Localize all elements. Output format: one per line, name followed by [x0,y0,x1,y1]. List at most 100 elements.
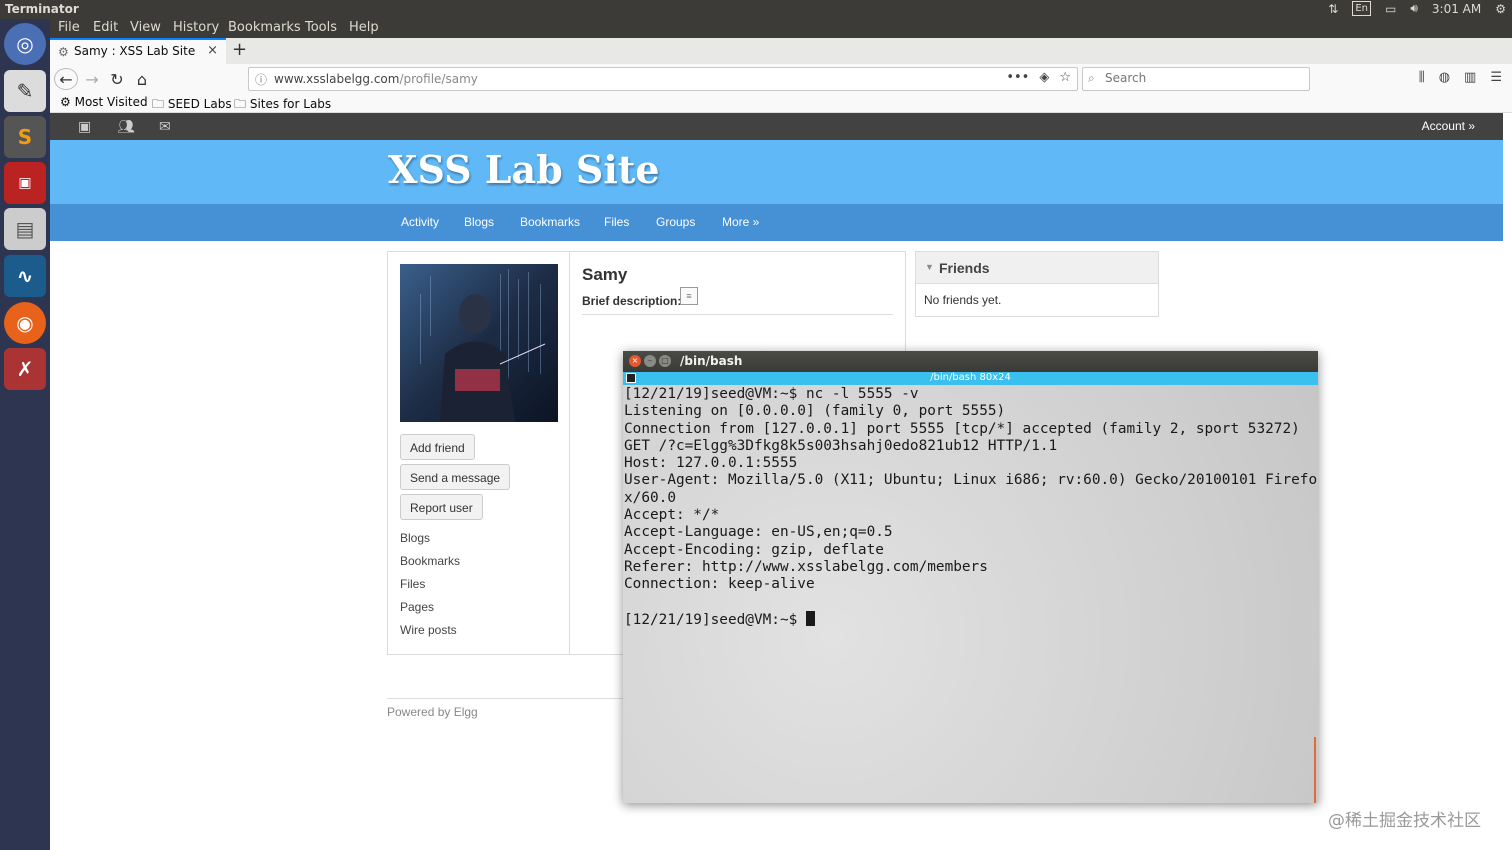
active-app-title: Terminator [5,2,79,16]
site-title[interactable]: XSS Lab Site [388,147,660,192]
nav-more[interactable]: More » [722,215,759,229]
owner-link-blogs[interactable]: Blogs [400,531,430,545]
document-icon: ≡ [680,287,698,305]
search-bar[interactable]: ⌕ [1082,67,1310,91]
tab-title: Samy : XSS Lab Site [74,44,196,58]
owner-link-pages[interactable]: Pages [400,600,434,614]
menu-bookmarks[interactable]: Bookmarks [228,20,301,35]
elgg-logo-icon[interactable]: ▣ [78,118,91,135]
account-menu[interactable]: Account » [1422,119,1475,133]
menu-help[interactable]: Help [349,20,379,35]
search-input[interactable] [1105,71,1305,85]
minimize-window-icon[interactable]: – [644,355,656,367]
folder-icon: 🗀 [234,97,247,111]
profile-name: Samy [582,265,628,284]
library-icon[interactable]: ⫼ [1419,70,1425,85]
nav-groups[interactable]: Groups [656,215,695,229]
brief-description-label: Brief description: [582,294,682,308]
bookmarks-toolbar: ⚙ Most Visited 🗀 SEED Labs 🗀 Sites for L… [50,94,1512,113]
clock[interactable]: 3:01 AM [1432,2,1481,16]
nav-activity[interactable]: Activity [401,215,439,229]
owner-link-bookmarks[interactable]: Bookmarks [400,554,460,568]
page-info-icon[interactable]: ⓘ [255,71,267,88]
bookmark-label: Most Visited [74,95,148,109]
terminal-window[interactable]: × – □ /bin/bash /bin/bash 80x24 [12/21/1… [623,351,1318,803]
ubuntu-dash-icon[interactable]: ◎ [4,23,46,65]
terminal-line: x/60.0 [624,489,676,506]
menu-edit[interactable]: Edit [93,20,118,35]
extension-icon[interactable]: ◍ [1439,70,1450,85]
friends-widget-header[interactable]: ▼ Friends [916,252,1158,284]
terminal-screen[interactable]: [12/21/19]seed@VM:~$ nc -l 5555 -v Listen… [623,385,1318,803]
terminal-line: GET /?c=Elgg%3Dfkg8k5s003hsahj0edo821ub1… [624,437,1058,454]
terminal-line: [12/21/19]seed@VM:~$ nc -l 5555 -v [624,386,919,402]
footer-divider [387,698,627,699]
search-icon: ⌕ [1088,71,1095,85]
menu-history[interactable]: History [173,20,219,35]
new-tab-button[interactable]: + [232,39,247,60]
friends-widget: ▼ Friends No friends yet. [915,251,1159,317]
report-user-button[interactable]: Report user [400,494,483,520]
terminal-line: Accept-Encoding: gzip, deflate [624,541,884,558]
friends-icon[interactable]: 👥︎ [117,118,135,135]
hamburger-menu-icon[interactable]: ☰ [1490,70,1502,85]
network-icon[interactable]: ⇅ [1328,2,1338,16]
terminal-output[interactable]: [12/21/19]seed@VM:~$ nc -l 5555 -v Listen… [624,386,1318,629]
messages-envelope-icon[interactable]: ✉ [159,118,171,135]
terminal-line: Accept-Language: en-US,en;q=0.5 [624,524,893,541]
settings-gear-icon[interactable]: ⚙ [1495,2,1506,16]
terminal-line: Connection from [127.0.0.1] port 5555 [t… [624,420,1300,437]
terminator-icon[interactable]: ▣ [4,162,46,204]
unity-launcher: ◎ ✎ S ▣ ▤ ∿ ◉ ✗ [0,19,50,850]
add-friend-button[interactable]: Add friend [400,434,475,460]
profile-divider [582,314,893,315]
owner-link-files[interactable]: Files [400,577,425,591]
file-cabinet-icon[interactable]: ▤ [4,208,46,250]
firefox-icon[interactable]: ◉ [4,302,46,344]
system-settings-icon[interactable]: ✗ [4,348,46,390]
bookmark-most-visited[interactable]: ⚙ Most Visited [60,95,148,109]
profile-avatar[interactable] [400,264,558,422]
volume-icon[interactable]: 🔊︎ [1410,1,1418,16]
menu-view[interactable]: View [130,20,161,35]
tab-close-icon[interactable]: × [207,43,218,58]
url-host: www.xsslabelgg.com [274,72,400,86]
toolbar-icons: ⫼ ◍ ▥ ☰ [1419,70,1502,85]
bookmark-label: Sites for Labs [249,97,332,111]
nav-bookmarks[interactable]: Bookmarks [520,215,580,229]
menu-tools[interactable]: Tools [305,20,337,35]
url-path: /profile/samy [399,72,478,86]
terminal-line: [12/21/19]seed@VM:~$ [624,610,1318,629]
nav-blogs[interactable]: Blogs [464,215,494,229]
home-icon[interactable]: ⌂ [130,68,154,90]
powered-by-elgg[interactable]: Powered by Elgg [387,705,478,719]
bookmark-star-icon[interactable]: ☆ [1059,70,1071,85]
text-editor-icon[interactable]: ✎ [4,70,46,112]
keyboard-layout-indicator[interactable]: En [1352,1,1371,16]
back-arrow-icon[interactable]: ← [54,68,78,90]
page-actions-menu-icon[interactable]: ••• [1006,70,1029,85]
sidebar-icon[interactable]: ▥ [1464,70,1476,85]
forward-arrow-icon[interactable]: → [80,68,104,90]
maximize-window-icon[interactable]: □ [659,355,671,367]
url-text[interactable]: www.xsslabelgg.com/profile/samy [274,72,478,86]
pocket-icon[interactable]: ◈ [1039,70,1049,85]
close-window-icon[interactable]: × [629,355,641,367]
owner-link-wire-posts[interactable]: Wire posts [400,623,457,637]
menu-file[interactable]: File [58,20,80,35]
terminal-tab-bar: /bin/bash 80x24 [623,372,1318,385]
wireshark-icon[interactable]: ∿ [4,255,46,297]
tab-active[interactable]: ⚙ Samy : XSS Lab Site × [50,38,226,64]
nav-files[interactable]: Files [604,215,629,229]
terminal-resize-edge[interactable] [1314,737,1316,803]
send-message-button[interactable]: Send a message [400,464,511,490]
site-identity-icon: ⚙ [58,45,69,59]
sublime-text-icon[interactable]: S [4,116,46,158]
collapse-triangle-icon[interactable]: ▼ [925,262,934,272]
terminal-titlebar[interactable]: × – □ /bin/bash [623,351,1318,372]
navigation-toolbar: ← → ↻ ⌂ ⓘ www.xsslabelgg.com/profile/sam… [50,64,1512,94]
battery-icon[interactable]: ▭ [1385,2,1396,16]
url-bar[interactable]: ⓘ www.xsslabelgg.com/profile/samy ••• ◈ … [248,67,1078,91]
terminal-line: Referer: http://www.xsslabelgg.com/membe… [624,558,988,575]
reload-icon[interactable]: ↻ [105,68,129,90]
